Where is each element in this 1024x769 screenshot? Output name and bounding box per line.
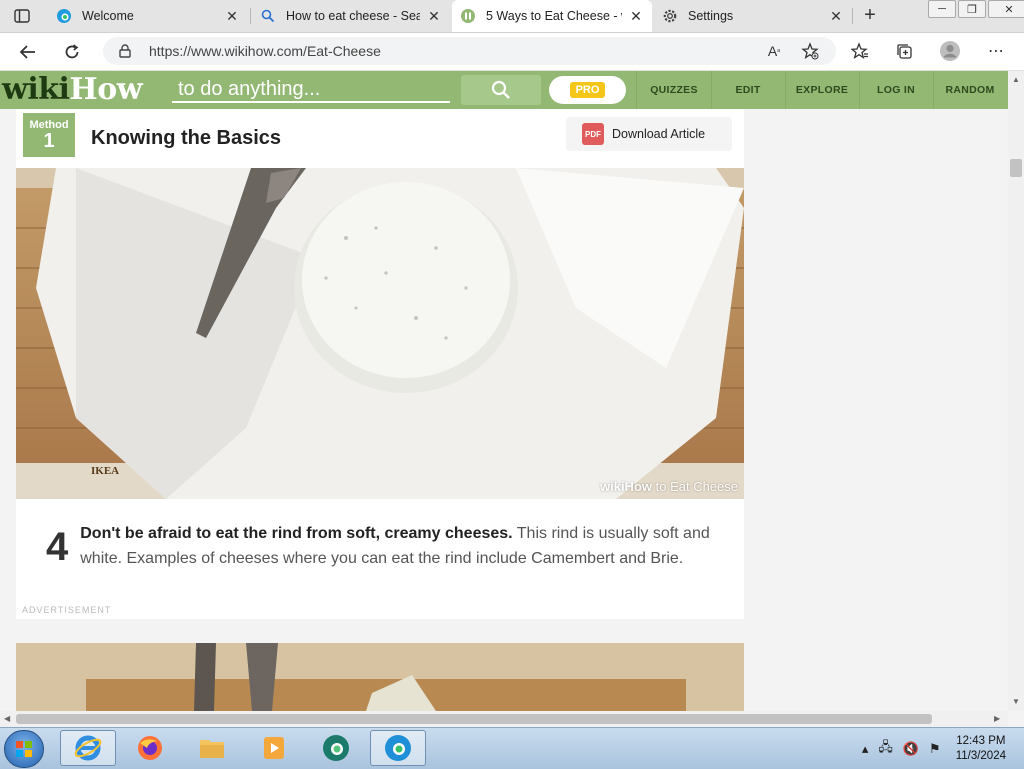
back-arrow-icon — [19, 45, 35, 59]
network-icon[interactable]: 🖧 — [878, 738, 893, 760]
method-badge: Method 1 — [23, 113, 75, 157]
address-bar[interactable]: https://www.wikihow.com/Eat-Cheese — [103, 37, 836, 65]
back-button[interactable] — [14, 39, 42, 65]
close-tab-icon[interactable]: ✕ — [426, 8, 442, 25]
taskbar: ▴ 🖧 🔇 ⚑ 12:43 PM 11/3/2024 — [0, 727, 1024, 769]
horizontal-scroll-thumb[interactable] — [16, 714, 932, 724]
watermark: wikiHow to Eat Cheese — [599, 479, 738, 494]
step-heading: Don't be afraid to eat the rind from sof… — [80, 525, 513, 542]
svg-text:IKEA: IKEA — [91, 465, 119, 477]
logo-how: How — [69, 72, 143, 107]
tab-welcome[interactable]: Welcome ✕ — [48, 0, 248, 32]
search-icon — [491, 80, 510, 99]
nav-divider — [636, 71, 637, 109]
advertisement-label: ADVERTISEMENT — [22, 605, 112, 615]
tab-search[interactable]: How to eat cheese - Search ✕ — [252, 0, 450, 32]
clock-time: 12:43 PM — [956, 734, 1006, 747]
restore-button[interactable]: ❐ — [958, 0, 986, 18]
close-tab-icon[interactable]: ✕ — [224, 8, 240, 25]
system-tray: ▴ 🖧 🔇 ⚑ 12:43 PM 11/3/2024 — [857, 728, 1024, 769]
more-options-icon[interactable]: ⋯ — [982, 37, 1010, 65]
step-image[interactable]: IKEA wikiHow to Eat Cheese — [16, 168, 744, 499]
file-explorer-icon[interactable] — [184, 730, 240, 766]
favorites-icon[interactable] — [846, 37, 874, 65]
wikihow-header: wikiHow to do anything... PRO QUIZZES ED… — [0, 71, 1008, 109]
lock-icon[interactable] — [119, 44, 135, 58]
tab-title: Welcome — [82, 9, 134, 23]
volume-muted-icon[interactable]: 🔇 — [903, 741, 919, 757]
nav-explore[interactable]: EXPLORE — [786, 71, 858, 109]
search-input[interactable]: to do anything... — [172, 75, 450, 103]
add-favorite-icon[interactable] — [796, 37, 824, 65]
cheese-illustration: IKEA — [16, 168, 744, 499]
address-toolbar: https://www.wikihow.com/Eat-Cheese Aᵃ ⋯ — [0, 33, 1024, 71]
wikihow-icon — [460, 8, 476, 24]
nav-edit[interactable]: EDIT — [712, 71, 784, 109]
show-hidden-icons-icon[interactable]: ▴ — [862, 741, 869, 757]
pro-button[interactable]: PRO — [549, 76, 626, 104]
scroll-down-icon[interactable]: ▼ — [1012, 697, 1020, 706]
read-aloud-icon[interactable]: Aᵃ — [760, 37, 788, 65]
tab-actions-icon[interactable] — [10, 6, 34, 26]
tab-settings[interactable]: Settings ✕ — [654, 0, 852, 32]
close-tab-icon[interactable]: ✕ — [828, 8, 844, 25]
tab-bar: Welcome ✕ How to eat cheese - Search ✕ 5… — [0, 0, 1024, 33]
nav-login[interactable]: LOG IN — [860, 71, 932, 109]
tab-wikihow[interactable]: 5 Ways to Eat Cheese - wikiHow ✕ — [452, 0, 652, 32]
step-number: 4 — [46, 525, 69, 569]
cheese-board-illustration — [16, 643, 744, 711]
windows-logo-icon — [16, 741, 32, 757]
section-title: Knowing the Basics — [91, 127, 282, 149]
page-viewport: wikiHow to do anything... PRO QUIZZES ED… — [0, 71, 1008, 711]
horizontal-scrollbar[interactable]: ◀ ▶ — [0, 711, 1008, 727]
download-article-button[interactable]: PDF Download Article — [566, 117, 732, 151]
vertical-scroll-thumb[interactable] — [1010, 159, 1022, 177]
method-number: 1 — [43, 130, 55, 152]
nav-random[interactable]: RANDOM — [934, 71, 1006, 109]
new-tab-button[interactable]: + — [858, 4, 882, 28]
scroll-left-icon[interactable]: ◀ — [4, 714, 10, 723]
scroll-right-icon[interactable]: ▶ — [994, 714, 1000, 723]
step-description: 4 Don't be afraid to eat the rind from s… — [46, 521, 716, 571]
start-button[interactable] — [4, 730, 44, 768]
search-button[interactable] — [461, 75, 541, 105]
refresh-button[interactable] — [58, 39, 86, 65]
action-center-flag-icon[interactable]: ⚑ — [929, 741, 941, 757]
tab-title: 5 Ways to Eat Cheese - wikiHow — [486, 9, 622, 23]
next-step-image[interactable] — [16, 643, 744, 711]
clock-date: 11/3/2024 — [955, 749, 1006, 762]
tab-title: How to eat cheese - Search — [286, 9, 420, 23]
window-close-button[interactable]: ✕ — [988, 0, 1024, 18]
pro-badge: PRO — [569, 82, 606, 98]
edge-icon — [56, 8, 72, 24]
minimize-button[interactable]: ─ — [928, 0, 956, 18]
tab-divider — [852, 8, 853, 24]
edge-beta-icon[interactable] — [308, 730, 364, 766]
nav-quizzes[interactable]: QUIZZES — [638, 71, 710, 109]
download-label: Download Article — [612, 127, 706, 141]
close-tab-icon[interactable]: ✕ — [628, 8, 644, 25]
logo-wiki: wiki — [2, 72, 70, 107]
gear-icon — [662, 8, 678, 24]
firefox-icon[interactable] — [122, 730, 178, 766]
vertical-scrollbar[interactable]: ▲ ▼ — [1008, 71, 1024, 711]
window-controls: ─ ❐ ✕ — [928, 0, 1024, 18]
internet-explorer-icon[interactable] — [60, 730, 116, 766]
search-icon — [260, 8, 276, 24]
clock[interactable]: 12:43 PM 11/3/2024 — [956, 734, 1006, 764]
tab-title: Settings — [688, 9, 734, 23]
tab-divider — [250, 8, 251, 24]
scroll-up-icon[interactable]: ▲ — [1012, 75, 1020, 84]
profile-avatar-icon[interactable] — [936, 37, 964, 65]
collections-icon[interactable] — [890, 37, 918, 65]
url-text[interactable]: https://www.wikihow.com/Eat-Cheese — [149, 43, 381, 59]
method-section: Method 1 Knowing the Basics PDF Download… — [16, 109, 744, 619]
refresh-icon — [65, 44, 79, 59]
pdf-icon: PDF — [582, 123, 604, 145]
edge-icon[interactable] — [370, 730, 426, 766]
wikihow-logo[interactable]: wikiHow — [2, 72, 143, 107]
media-player-icon[interactable] — [246, 730, 302, 766]
